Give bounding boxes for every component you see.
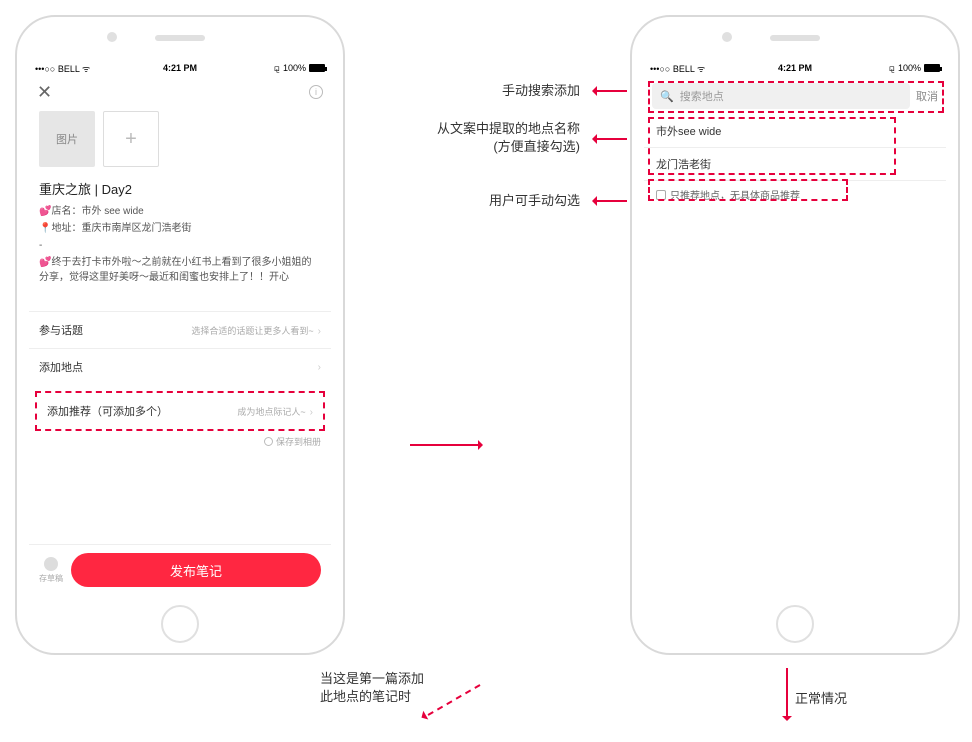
draft-icon [44, 557, 58, 571]
row-location[interactable]: 添加地点 › [29, 348, 331, 385]
row-recommend[interactable]: 添加推荐（可添加多个） 成为地点际记人~ › [35, 391, 325, 431]
close-icon[interactable]: ✕ [37, 83, 52, 101]
row-hint: 选择合适的话题让更多人看到~ [191, 326, 313, 336]
row-hint: 成为地点际记人~ [237, 407, 305, 417]
annotation-extract: 从文案中提取的地点名称 (方便直接勾选) [380, 120, 580, 156]
row-label: 添加推荐（可添加多个） [47, 403, 168, 419]
search-row: 🔍 搜索地点 取消 [644, 77, 946, 115]
phone-mock-left: •••○○ BELL ᯤ 4:21 PM ⚼ 100% ✕ i 图片 + 重庆之… [15, 15, 345, 655]
annotation-first-note: 当这是第一篇添加 此地点的笔记时 [320, 670, 470, 706]
battery-icon [924, 64, 940, 72]
annotation-normal: 正常情况 [795, 688, 915, 707]
flow-arrow-icon [410, 444, 480, 446]
body-line: - [39, 238, 321, 253]
save-to-album-row[interactable]: 保存到相册 [29, 431, 331, 450]
clock: 4:21 PM [644, 63, 946, 73]
screen-right: •••○○ BELL ᯤ 4:21 PM ⚼ 100% 🔍 搜索地点 取消 市外… [644, 59, 946, 595]
status-bar: •••○○ BELL ᯤ 4:21 PM ⚼ 100% [644, 59, 946, 77]
cancel-button[interactable]: 取消 [916, 88, 938, 104]
suggestion-item[interactable]: 市外see wide [644, 115, 946, 148]
search-input[interactable]: 🔍 搜索地点 [652, 83, 910, 109]
chevron-right-icon: › [310, 407, 313, 418]
row-label: 参与话题 [39, 322, 83, 338]
home-button[interactable] [776, 605, 814, 643]
image-thumb[interactable]: 图片 [39, 111, 95, 167]
body-line: 📍地址：重庆市南岸区龙门浩老街 [39, 221, 321, 236]
chevron-right-icon: › [318, 326, 321, 337]
nav-bar: ✕ i [29, 77, 331, 107]
status-bar: •••○○ BELL ᯤ 4:21 PM ⚼ 100% [29, 59, 331, 77]
draft-label: 存草稿 [39, 573, 63, 584]
down-arrow-icon [786, 668, 788, 718]
body-line: 💕店名：市外 see wide [39, 204, 321, 219]
recommend-only-row[interactable]: 只推荐地点，无具体商品推荐 [644, 181, 946, 208]
draft-button[interactable]: 存草稿 [39, 557, 63, 584]
body-line: 💕终于去打卡市外啦～之前就在小红书上看到了很多小姐姐的分享，觉得这里好美呀～最近… [39, 255, 321, 285]
save-album-label: 保存到相册 [276, 435, 321, 448]
add-image-button[interactable]: + [103, 111, 159, 167]
search-icon: 🔍 [660, 90, 674, 103]
annotation-search: 手动搜索添加 [395, 80, 580, 99]
row-topic[interactable]: 参与话题 选择合适的话题让更多人看到~ › [29, 311, 331, 348]
annotation-checkbox: 用户可手动勾选 [395, 190, 580, 209]
search-placeholder: 搜索地点 [680, 88, 724, 104]
arrow-icon [595, 200, 627, 202]
annotation-line: 从文案中提取的地点名称 [380, 120, 580, 138]
checkbox-icon[interactable] [656, 190, 666, 200]
row-label: 添加地点 [39, 359, 83, 375]
phone-mock-right: •••○○ BELL ᯤ 4:21 PM ⚼ 100% 🔍 搜索地点 取消 市外… [630, 15, 960, 655]
info-icon[interactable]: i [309, 85, 323, 99]
publish-button[interactable]: 发布笔记 [71, 553, 321, 587]
chevron-right-icon: › [318, 362, 321, 373]
post-title[interactable]: 重庆之旅 | Day2 [29, 177, 331, 204]
screen-left: •••○○ BELL ᯤ 4:21 PM ⚼ 100% ✕ i 图片 + 重庆之… [29, 59, 331, 595]
home-button[interactable] [161, 605, 199, 643]
image-row: 图片 + [29, 107, 331, 177]
battery-icon [309, 64, 325, 72]
suggestion-item[interactable]: 龙门浩老街 [644, 148, 946, 181]
arrow-icon [595, 90, 627, 92]
annotation-line: 当这是第一篇添加 [320, 670, 470, 688]
bottom-bar: 存草稿 发布笔记 [29, 544, 331, 595]
annotation-line: (方便直接勾选) [380, 138, 580, 156]
arrow-icon [595, 138, 627, 140]
recommend-only-label: 只推荐地点，无具体商品推荐 [670, 187, 800, 202]
radio-icon[interactable] [264, 437, 273, 446]
post-body[interactable]: 💕店名：市外 see wide 📍地址：重庆市南岸区龙门浩老街 - 💕终于去打卡… [29, 204, 331, 293]
clock: 4:21 PM [29, 63, 331, 73]
publish-label: 发布笔记 [170, 561, 222, 580]
